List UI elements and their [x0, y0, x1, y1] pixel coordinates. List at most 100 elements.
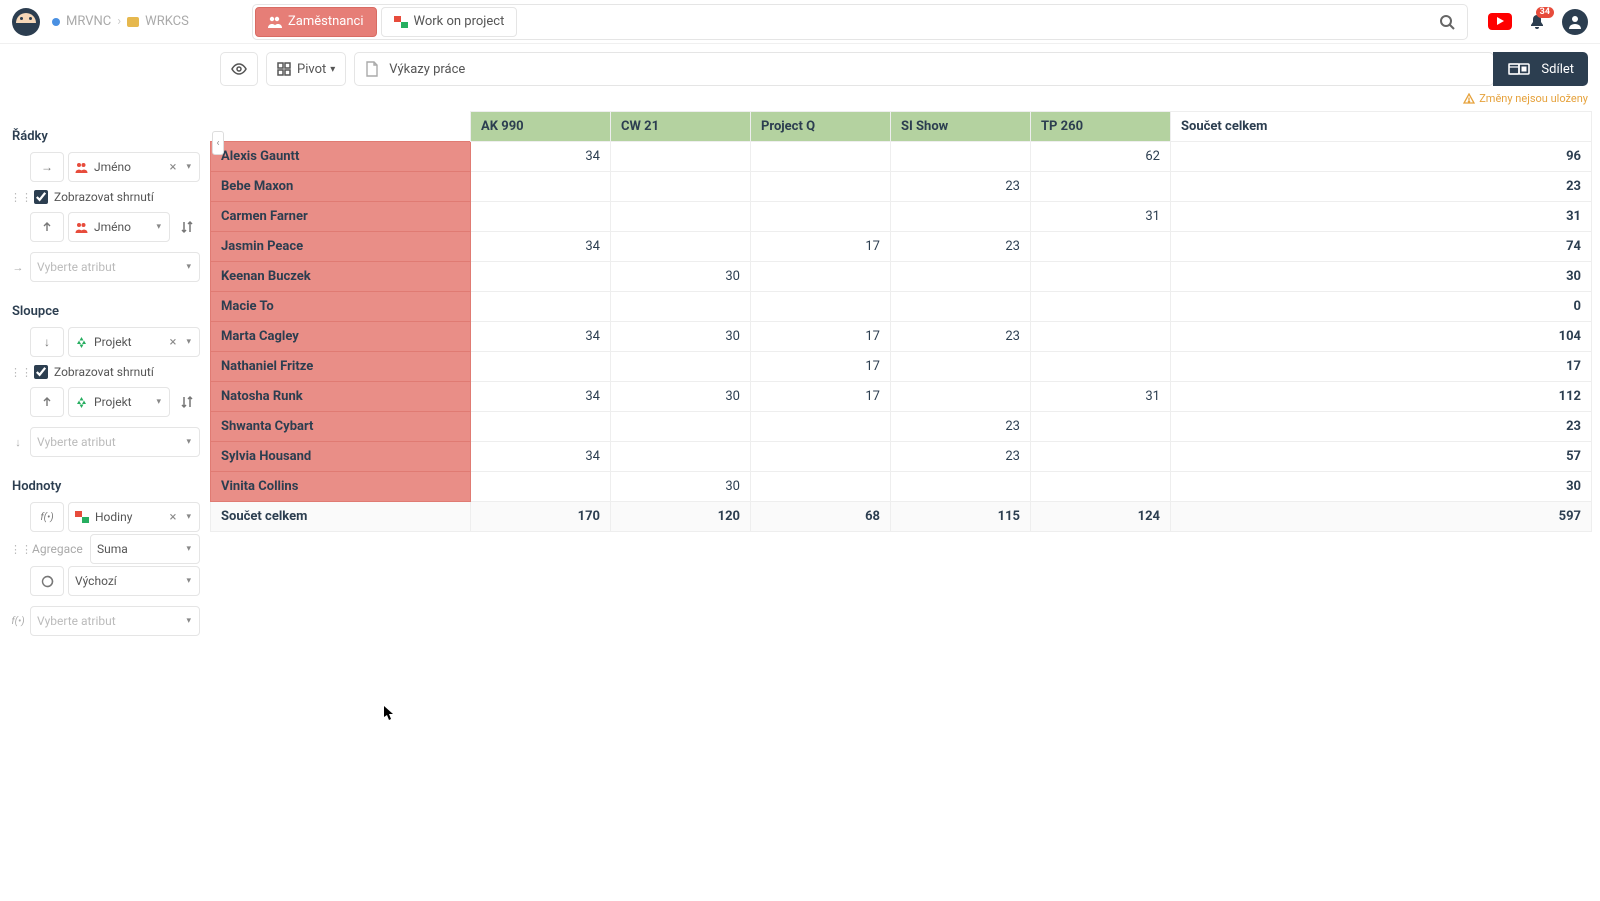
pivot-row-header[interactable]: Vinita Collins	[211, 472, 471, 502]
pivot-cell[interactable]: 31	[1031, 382, 1171, 412]
columns-show-summary[interactable]: Zobrazovat shrnutí	[28, 359, 154, 385]
search-icon[interactable]	[1439, 14, 1455, 30]
pivot-cell[interactable]: 17	[751, 322, 891, 352]
pivot-cell[interactable]: 34	[471, 142, 611, 172]
pivot-cell[interactable]	[1031, 472, 1171, 502]
pivot-cell[interactable]: 23	[891, 412, 1031, 442]
pivot-col-header[interactable]: TP 260	[1031, 112, 1171, 142]
pivot-cell[interactable]	[1031, 352, 1171, 382]
rows-summary-checkbox[interactable]	[34, 190, 48, 204]
pivot-cell[interactable]	[1031, 322, 1171, 352]
pivot-col-header[interactable]: CW 21	[611, 112, 751, 142]
expand-arrow-icon[interactable]: ↓	[30, 327, 64, 357]
chevron-down-icon[interactable]: ▾	[184, 512, 193, 522]
pivot-cell[interactable]	[891, 352, 1031, 382]
pivot-cell[interactable]	[611, 292, 751, 322]
pivot-cell[interactable]: 30	[611, 472, 751, 502]
chevron-down-icon[interactable]: ▾	[184, 616, 193, 626]
pivot-cell[interactable]	[891, 292, 1031, 322]
user-avatar[interactable]	[1562, 9, 1588, 35]
collapse-sidebar-handle[interactable]: ‹	[212, 131, 224, 155]
pivot-cell[interactable]: 23	[891, 232, 1031, 262]
pivot-cell[interactable]	[1031, 172, 1171, 202]
pivot-row-header[interactable]: Keenan Buczek	[211, 262, 471, 292]
pivot-cell[interactable]: 17	[751, 352, 891, 382]
chevron-down-icon[interactable]: ▾	[184, 162, 193, 172]
pivot-row-header[interactable]: Sylvia Housand	[211, 442, 471, 472]
view-title-input[interactable]: Výkazy práce	[354, 52, 1494, 86]
pivot-col-header[interactable]: Project Q	[751, 112, 891, 142]
pivot-cell[interactable]: 34	[471, 232, 611, 262]
pivot-row-header[interactable]: Marta Cagley	[211, 322, 471, 352]
pivot-row-header[interactable]: Natosha Runk	[211, 382, 471, 412]
pivot-col-header[interactable]: SI Show	[891, 112, 1031, 142]
remove-attr-icon[interactable]: ×	[168, 160, 179, 175]
breadcrumb-table[interactable]: WRKCS	[145, 14, 189, 29]
youtube-icon[interactable]	[1488, 13, 1512, 30]
chevron-down-icon[interactable]: ▾	[184, 576, 193, 586]
pivot-cell[interactable]: 23	[891, 442, 1031, 472]
pivot-cell[interactable]: 23	[891, 322, 1031, 352]
pivot-cell[interactable]	[751, 142, 891, 172]
sort-direction-toggle[interactable]	[174, 220, 200, 234]
pivot-cell[interactable]: 34	[471, 442, 611, 472]
pivot-row-header[interactable]: Alexis Gauntt	[211, 142, 471, 172]
remove-attr-icon[interactable]: ×	[168, 335, 179, 350]
pivot-row-header[interactable]: Shwanta Cybart	[211, 412, 471, 442]
pivot-cell[interactable]	[751, 262, 891, 292]
pivot-col-header[interactable]: AK 990	[471, 112, 611, 142]
pivot-cell[interactable]	[891, 142, 1031, 172]
chevron-down-icon[interactable]: ▾	[184, 544, 193, 554]
sort-direction-toggle[interactable]	[174, 395, 200, 409]
columns-sort-attribute[interactable]: Projekt ▾	[68, 387, 170, 417]
pivot-cell[interactable]	[611, 202, 751, 232]
pivot-cell[interactable]	[1031, 442, 1171, 472]
breadcrumb-project[interactable]: MRVNC	[66, 14, 111, 29]
pivot-cell[interactable]	[471, 412, 611, 442]
pivot-cell[interactable]: 30	[611, 382, 751, 412]
pivot-row-header[interactable]: Nathaniel Fritze	[211, 352, 471, 382]
pivot-cell[interactable]	[751, 172, 891, 202]
sort-config-icon[interactable]	[30, 387, 64, 417]
view-type-pivot[interactable]: Pivot ▾	[266, 52, 346, 86]
rows-sort-attribute[interactable]: Jméno ▾	[68, 212, 170, 242]
chevron-down-icon[interactable]: ▾	[154, 222, 163, 232]
pivot-cell[interactable]: 34	[471, 322, 611, 352]
pivot-cell[interactable]	[471, 472, 611, 502]
rows-show-summary[interactable]: Zobrazovat shrnutí	[28, 184, 154, 210]
pivot-cell[interactable]	[891, 472, 1031, 502]
pivot-cell[interactable]: 34	[471, 382, 611, 412]
tab-employees[interactable]: Zaměstnanci	[255, 7, 377, 37]
pivot-cell[interactable]	[751, 292, 891, 322]
drag-handle-icon[interactable]: ⋮⋮	[10, 366, 24, 379]
color-config-icon[interactable]	[30, 566, 64, 596]
app-logo[interactable]	[12, 8, 40, 36]
pivot-cell[interactable]	[611, 142, 751, 172]
pivot-cell[interactable]	[891, 202, 1031, 232]
pivot-cell[interactable]	[611, 442, 751, 472]
columns-add-attribute[interactable]: Vyberte atribut ▾	[30, 427, 200, 457]
chevron-down-icon[interactable]: ▾	[154, 397, 163, 407]
pivot-row-header[interactable]: Carmen Farner	[211, 202, 471, 232]
pivot-cell[interactable]	[611, 232, 751, 262]
pivot-cell[interactable]	[891, 262, 1031, 292]
notifications-button[interactable]: 34	[1528, 13, 1546, 31]
pivot-cell[interactable]: 17	[751, 382, 891, 412]
pivot-cell[interactable]	[611, 412, 751, 442]
pivot-cell[interactable]	[611, 172, 751, 202]
pivot-cell[interactable]: 31	[1031, 202, 1171, 232]
pivot-cell[interactable]	[611, 352, 751, 382]
values-attribute-hours[interactable]: Hodiny × ▾	[68, 502, 200, 532]
pivot-cell[interactable]	[471, 172, 611, 202]
expand-arrow-icon[interactable]: →	[30, 152, 64, 182]
drag-handle-icon[interactable]: ⋮⋮	[10, 191, 24, 204]
chevron-down-icon[interactable]: ▾	[184, 262, 193, 272]
pivot-cell[interactable]: 23	[891, 172, 1031, 202]
pivot-cell[interactable]	[471, 262, 611, 292]
rows-add-attribute[interactable]: Vyberte atribut ▾	[30, 252, 200, 282]
pivot-row-header[interactable]: Macie To	[211, 292, 471, 322]
values-add-attribute[interactable]: Vyberte atribut ▾	[30, 606, 200, 636]
rows-attribute-name[interactable]: Jméno × ▾	[68, 152, 200, 182]
color-scheme-select[interactable]: Výchozí ▾	[68, 566, 200, 596]
pivot-cell[interactable]	[1031, 262, 1171, 292]
